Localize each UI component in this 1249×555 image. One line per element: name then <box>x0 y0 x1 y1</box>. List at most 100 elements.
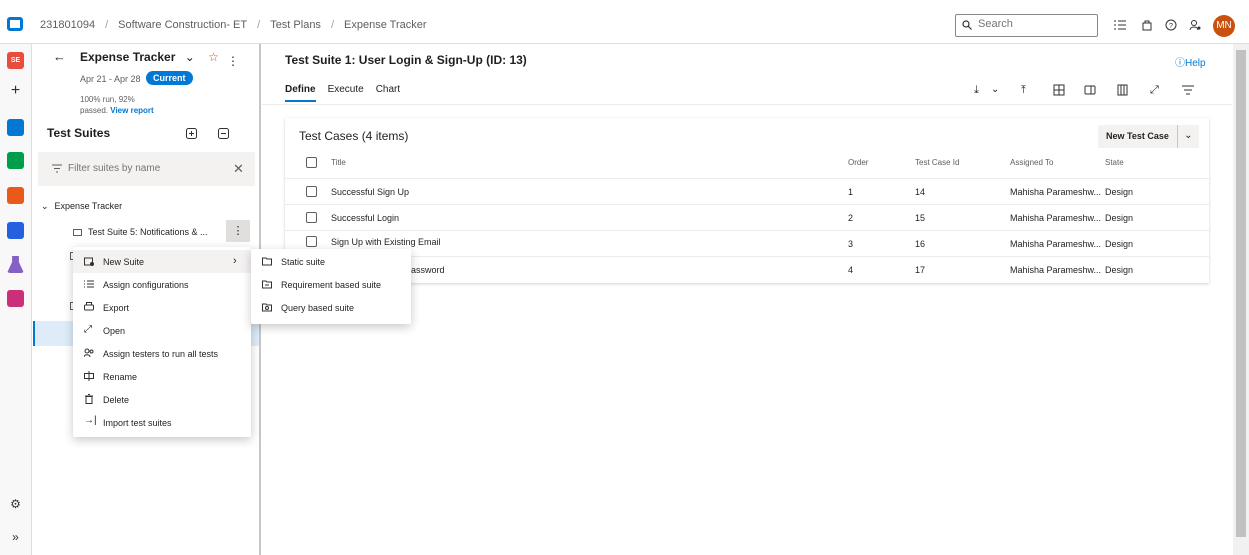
search-input[interactable] <box>978 18 1088 30</box>
column-header-assigned-to[interactable]: Assigned To <box>1010 158 1053 167</box>
more-options-icon[interactable]: ⋮ <box>227 54 239 68</box>
view-report-link[interactable]: View report <box>110 106 153 115</box>
column-header-order[interactable]: Order <box>848 158 868 167</box>
table-row[interactable]: Sign Up with Existing Email 3 16 Mahisha… <box>285 230 1209 255</box>
pipelines-icon[interactable] <box>7 222 24 239</box>
column-options-icon[interactable] <box>1117 84 1129 96</box>
overview-icon[interactable] <box>7 119 24 136</box>
cell-assigned: Mahisha Parameshw... <box>1010 239 1102 249</box>
suite-tree-item[interactable]: Test Suite 5: Notifications & ... <box>73 227 208 237</box>
boards-icon[interactable] <box>7 152 24 169</box>
breadcrumb: 231801094 / Software Construction- ET / … <box>40 19 427 31</box>
chevron-down-icon[interactable]: ⌄ <box>185 50 195 64</box>
chevron-down-icon[interactable]: ⌄ <box>991 84 1003 96</box>
cell-title[interactable]: Successful Login <box>331 213 399 223</box>
project-icon[interactable]: SE <box>7 52 24 69</box>
add-suite-icon[interactable] <box>186 128 197 139</box>
cell-title[interactable]: Successful Sign Up <box>331 187 409 197</box>
menu-item-assign-testers[interactable]: Assign testers to run all tests <box>73 342 251 365</box>
upload-icon[interactable]: ⤒ <box>1021 84 1033 96</box>
collapse-all-icon[interactable] <box>218 128 229 139</box>
select-all-checkbox[interactable] <box>306 157 317 168</box>
run-stats: 100% run, 92% passed. View report <box>80 94 190 116</box>
add-icon[interactable]: + <box>7 82 24 99</box>
menu-item-label: Rename <box>103 372 138 382</box>
tab-define[interactable]: Define <box>285 84 316 102</box>
breadcrumb-org[interactable]: 231801094 <box>40 19 95 31</box>
download-icon[interactable]: ⤓ <box>974 84 986 96</box>
column-header-state[interactable]: State <box>1105 158 1124 167</box>
search-box[interactable] <box>955 14 1098 37</box>
artifacts-icon[interactable] <box>7 290 24 307</box>
row-checkbox[interactable] <box>306 186 317 197</box>
cell-title[interactable]: Sign Up with Existing Email <box>331 237 441 247</box>
cell-state: Design <box>1105 187 1134 197</box>
filter-icon[interactable] <box>1182 84 1194 96</box>
menu-item-static-suite[interactable]: Static suite <box>251 250 411 273</box>
back-arrow-icon[interactable]: ← <box>53 49 66 64</box>
clear-filter-icon[interactable]: ✕ <box>233 161 244 177</box>
row-checkbox[interactable] <box>306 212 317 223</box>
side-pane-icon[interactable] <box>1084 84 1096 96</box>
run-stats-line: passed. View report <box>80 105 190 116</box>
menu-item-assign-configurations[interactable]: Assign configurations <box>73 273 251 296</box>
suite-more-button[interactable]: ⋮ <box>226 220 250 242</box>
task-list-icon[interactable] <box>1114 19 1126 31</box>
folder-icon <box>73 229 82 237</box>
chevron-down-icon: ⌄ <box>1184 130 1193 141</box>
cell-id: 16 <box>915 239 926 249</box>
avatar[interactable]: MN <box>1213 15 1235 37</box>
row-checkbox[interactable] <box>306 236 317 247</box>
help-icon[interactable]: ? <box>1165 19 1177 31</box>
cell-id: 17 <box>915 265 926 275</box>
table-row[interactable]: Password 4 17 Mahisha Parameshw... Desig… <box>285 256 1209 281</box>
new-test-case-dropdown[interactable]: ⌄ <box>1176 125 1199 148</box>
expand-rail-icon[interactable]: » <box>7 529 24 546</box>
search-icon <box>962 20 972 30</box>
column-header-title[interactable]: Title <box>331 158 346 167</box>
column-header-test-case-id[interactable]: Test Case Id <box>915 158 959 167</box>
new-test-case-button[interactable]: New Test Case <box>1098 125 1177 148</box>
menu-item-label: Query based suite <box>281 303 355 313</box>
star-icon[interactable]: ☆ <box>208 50 219 64</box>
azure-devops-logo-icon[interactable] <box>7 17 23 31</box>
chevron-down-icon[interactable]: ⌄ <box>41 201 49 211</box>
menu-item-delete[interactable]: Delete <box>73 388 251 411</box>
fullscreen-icon[interactable]: ⤢ <box>1150 84 1162 96</box>
test-plans-icon[interactable] <box>7 256 24 273</box>
breadcrumb-plan[interactable]: Expense Tracker <box>344 19 427 31</box>
menu-item-label: New Suite <box>103 257 145 267</box>
menu-item-import-test-suites[interactable]: →| Import test suites <box>73 411 251 434</box>
suite-tree-root[interactable]: ⌄ Expense Tracker <box>41 201 122 212</box>
tab-chart[interactable]: Chart <box>376 84 400 102</box>
menu-item-rename[interactable]: Rename <box>73 365 251 388</box>
cell-order: 3 <box>848 239 854 249</box>
grid-view-icon[interactable] <box>1053 84 1065 96</box>
shopping-bag-icon[interactable] <box>1141 19 1153 31</box>
run-stats-passed: passed. <box>80 106 109 115</box>
menu-item-new-suite[interactable]: New Suite › <box>73 250 251 273</box>
svg-text:?: ? <box>1169 23 1173 30</box>
tab-bar: Define Execute Chart <box>285 84 400 102</box>
user-settings-icon[interactable] <box>1189 19 1201 31</box>
filter-suites-box[interactable]: ✕ <box>38 152 255 186</box>
table-row[interactable]: Successful Login 2 15 Mahisha Parameshw.… <box>285 204 1209 229</box>
help-link[interactable]: ⓘHelp <box>1175 54 1206 69</box>
menu-item-open[interactable]: ⤢ Open <box>73 319 251 342</box>
filter-suites-input[interactable] <box>68 163 218 174</box>
repos-icon[interactable] <box>7 187 24 204</box>
tab-execute[interactable]: Execute <box>328 84 364 102</box>
menu-item-label: Export <box>103 303 130 313</box>
breadcrumb-project[interactable]: Software Construction- ET <box>118 19 247 31</box>
plan-title[interactable]: Expense Tracker ⌄ ☆ <box>80 50 219 64</box>
table-row[interactable]: Successful Sign Up 1 14 Mahisha Paramesh… <box>285 178 1209 203</box>
menu-item-export[interactable]: Export <box>73 296 251 319</box>
breadcrumb-test-plans[interactable]: Test Plans <box>270 19 321 31</box>
help-label: Help <box>1185 58 1206 69</box>
gear-icon[interactable]: ⚙ <box>7 496 24 513</box>
page-scrollbar[interactable] <box>1233 44 1249 555</box>
folder-icon <box>262 257 272 266</box>
menu-item-requirement-based-suite[interactable]: Requirement based suite <box>251 273 411 296</box>
scrollbar-thumb[interactable] <box>1236 50 1246 537</box>
menu-item-query-based-suite[interactable]: Query based suite <box>251 296 411 319</box>
